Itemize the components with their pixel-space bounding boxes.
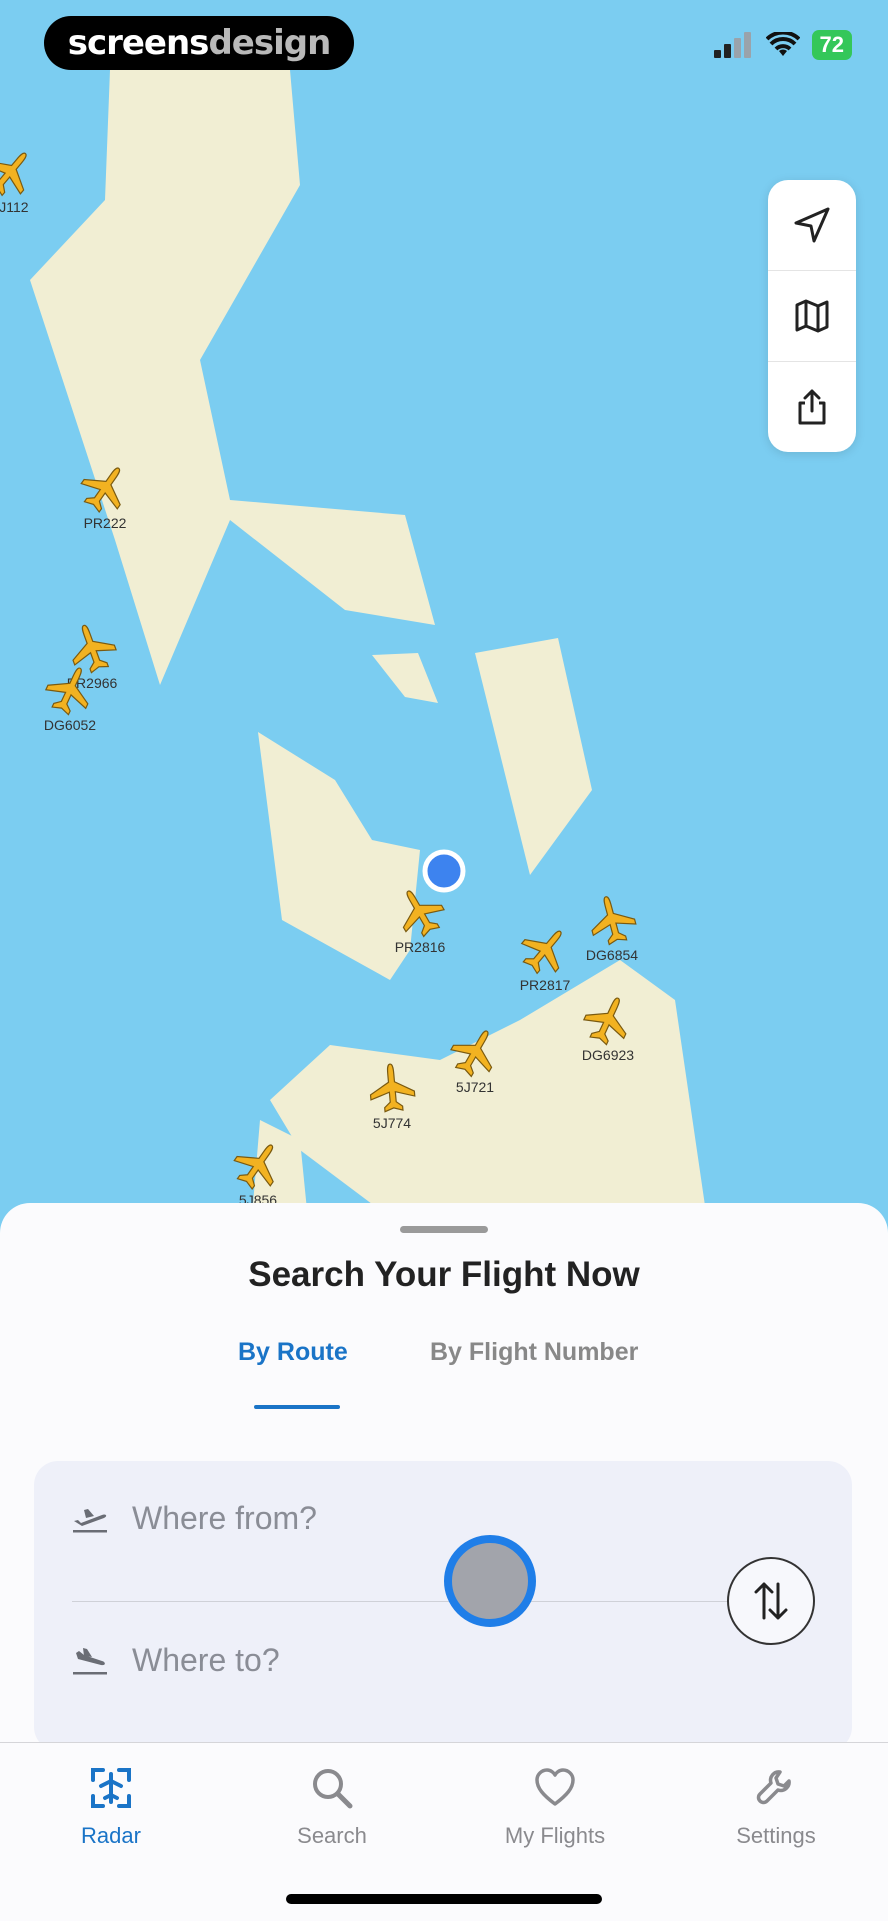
heart-icon xyxy=(535,1768,575,1806)
swap-arrows-icon xyxy=(754,1582,788,1620)
flight-marker[interactable]: PR222 xyxy=(74,456,137,531)
map-style-button[interactable] xyxy=(768,271,856,362)
flight-code-label: PR2817 xyxy=(520,977,571,993)
tab-settings[interactable]: Settings xyxy=(676,1763,876,1849)
flight-marker[interactable]: 5J721 xyxy=(444,1020,506,1095)
logo-text-dim: design xyxy=(208,23,331,63)
takeoff-icon xyxy=(73,1509,107,1533)
airplane-icon xyxy=(520,930,562,975)
swap-route-button[interactable] xyxy=(727,1557,815,1645)
tab-my-flights-label: My Flights xyxy=(504,1823,606,1848)
touch-indicator xyxy=(444,1535,536,1627)
active-tab-indicator xyxy=(254,1405,340,1409)
field-divider xyxy=(72,1601,762,1602)
airplane-icon xyxy=(233,1144,274,1191)
wrench-icon xyxy=(756,1770,791,1805)
cellular-signal-icon xyxy=(713,32,751,58)
airplane-icon xyxy=(72,624,117,674)
flight-code-label: DG6923 xyxy=(582,1047,634,1063)
map-icon xyxy=(795,299,829,333)
sheet-title: Search Your Flight Now xyxy=(248,1255,640,1294)
map-controls xyxy=(768,180,856,452)
battery-level: 72 xyxy=(811,30,852,60)
home-indicator xyxy=(286,1894,602,1904)
share-icon xyxy=(798,389,826,425)
flight-code-label: PR2816 xyxy=(395,939,446,955)
flight-code-label: 5J112 xyxy=(0,199,29,215)
tab-radar[interactable]: Radar xyxy=(11,1763,211,1849)
tab-by-route[interactable]: By Route xyxy=(238,1338,348,1367)
airplane-icon xyxy=(369,1063,416,1113)
tab-my-flights[interactable]: My Flights xyxy=(455,1763,655,1849)
flight-marker[interactable]: DG6923 xyxy=(578,989,638,1063)
airplane-icon xyxy=(582,997,627,1046)
search-icon xyxy=(313,1769,353,1809)
flight-code-label: DG6052 xyxy=(44,717,96,733)
status-bar: screensdesign 72 xyxy=(0,0,888,86)
destination-field[interactable]: Where to? xyxy=(70,1615,710,1705)
share-button[interactable] xyxy=(768,362,856,452)
user-location-dot xyxy=(422,849,466,893)
airplane-icon xyxy=(80,467,121,514)
airplane-icon xyxy=(0,152,27,197)
tab-search[interactable]: Search xyxy=(232,1763,432,1849)
tab-settings-label: Settings xyxy=(736,1823,816,1848)
flight-code-label: PR222 xyxy=(84,515,127,531)
tab-by-flight-number[interactable]: By Flight Number xyxy=(430,1338,638,1367)
destination-placeholder: Where to? xyxy=(132,1641,280,1678)
flight-marker[interactable]: 5J112 xyxy=(0,139,42,215)
logo-text-main: screens xyxy=(67,23,210,63)
flight-code-label: DG6854 xyxy=(586,947,638,963)
locate-me-button[interactable] xyxy=(768,180,856,271)
sheet-drag-handle[interactable] xyxy=(400,1226,488,1233)
flight-code-label: 5J774 xyxy=(373,1115,411,1131)
flight-marker[interactable]: DG6854 xyxy=(585,891,640,963)
flight-search-sheet: Search Your Flight Now By Route By Fligh… xyxy=(0,1203,888,1751)
tab-radar-label: Radar xyxy=(81,1823,141,1848)
origin-placeholder: Where from? xyxy=(132,1499,317,1536)
wifi-icon xyxy=(765,32,800,56)
flight-marker[interactable]: PR2817 xyxy=(513,917,577,993)
flight-marker[interactable]: 5J774 xyxy=(368,1062,416,1131)
landing-icon xyxy=(73,1648,107,1675)
flight-code-label: 5J721 xyxy=(456,1079,494,1095)
origin-field[interactable]: Where from? xyxy=(70,1473,710,1563)
airplane-icon xyxy=(591,896,637,946)
tab-search-label: Search xyxy=(297,1823,367,1848)
route-input-card: Where from? Where to? xyxy=(34,1461,852,1751)
screensdesign-logo: screensdesign xyxy=(44,16,354,70)
location-arrow-icon xyxy=(794,207,830,243)
flight-marker[interactable]: 5J856 xyxy=(227,1133,290,1208)
radar-icon xyxy=(91,1768,131,1808)
airplane-icon xyxy=(450,1030,493,1078)
